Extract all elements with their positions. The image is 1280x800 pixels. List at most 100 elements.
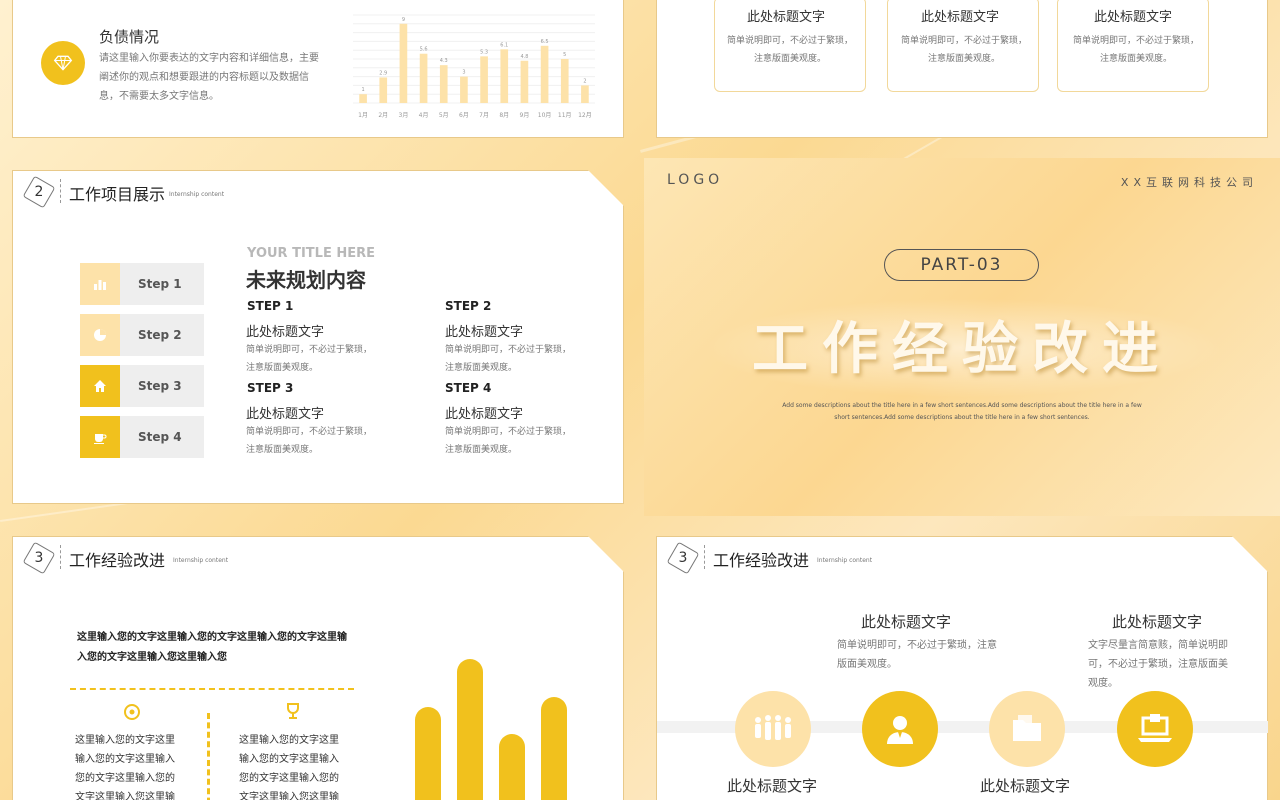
step-2-label: Step 2	[138, 328, 182, 342]
card-1-desc: 简单说明即可，不必过于繁琐，注意版面美观度。	[727, 36, 854, 64]
category-label: 11月	[558, 112, 572, 119]
slide-1[interactable]: 负债情况 请这里输入你要表达的文字内容和详细信息，主要阐述你的观点和想要跟进的内…	[12, 0, 624, 138]
step-1-label: Step 1	[138, 277, 182, 291]
top-item-2-title: 此处标题文字	[1112, 613, 1203, 631]
bar-10	[540, 45, 549, 103]
card-1-title: 此处标题文字	[747, 10, 826, 25]
item-2-title: 此处标题文字	[445, 325, 524, 340]
person-icon	[862, 691, 938, 767]
bar-value-label: 5	[563, 52, 566, 58]
category-label: 10月	[538, 112, 552, 119]
title-divider	[60, 545, 61, 569]
folder-icon	[989, 691, 1065, 767]
bar-6	[460, 76, 468, 103]
slide-2[interactable]: 此处标题文字 简单说明即可，不必过于繁琐，注意版面美观度。 此处标题文字 简单说…	[656, 0, 1268, 138]
bar-value-label: 5.6	[420, 47, 428, 53]
bar-2	[379, 77, 388, 103]
category-label: 7月	[479, 112, 489, 119]
trophy-icon	[283, 701, 303, 725]
bar-value-label: 6.5	[541, 39, 549, 45]
chart-icon	[80, 263, 120, 305]
team-icon	[735, 691, 811, 767]
slide-6[interactable]: 3 工作经验改进 Internship content 此处标题文字 简单说明即…	[656, 536, 1268, 800]
pill-bar-1	[415, 707, 441, 800]
bar-value-label: 9	[402, 17, 405, 23]
card-2-desc: 简单说明即可，不必过于繁琐，注意版面美观度。	[901, 36, 1028, 64]
card-3-desc: 简单说明即可，不必过于繁琐，注意版面美观度。	[1073, 36, 1200, 64]
bar-11	[560, 59, 569, 103]
column-2-text: 这里输入您的文字这里输入您的文字这里输入您的文字这里输入您的文字这里输入您这里输	[239, 735, 339, 800]
part-badge: PART-03	[884, 249, 1039, 281]
top-item-2-desc: 文字尽量言简意赅，简单说明即可，不必过于繁琐，注意版面美观度。	[1088, 640, 1228, 689]
category-label: 1月	[358, 112, 368, 119]
step-3-label: Step 3	[138, 379, 182, 393]
bar-value-label: 3	[462, 70, 465, 76]
bar-7	[480, 56, 488, 103]
bar-value-label: 1	[361, 87, 364, 93]
slide-1-body: 请这里输入你要表达的文字内容和详细信息，主要阐述你的观点和想要跟进的内容标题以及…	[99, 53, 319, 102]
section-title: 工作项目展示	[69, 185, 166, 204]
eyebrow: YOUR TITLE HERE	[247, 246, 376, 261]
slide-5[interactable]: 3 工作经验改进 Internship content 这里输入您的文字这里输入…	[12, 536, 624, 800]
category-label: 4月	[419, 112, 429, 119]
item-3-title: 此处标题文字	[246, 407, 325, 422]
section-title: 工作经验改进	[713, 551, 810, 570]
item-4-title: 此处标题文字	[445, 407, 524, 422]
pill-bar-4	[541, 697, 567, 800]
step-1-button[interactable]: Step 1	[80, 263, 204, 305]
bar-4	[419, 53, 428, 103]
logo: LOGO	[667, 172, 724, 188]
step-4-label: Step 4	[138, 430, 182, 444]
category-label: 8月	[499, 112, 509, 119]
step-2-button[interactable]: Step 2	[80, 314, 204, 356]
bar-5	[439, 65, 448, 103]
diamond-icon	[41, 41, 85, 85]
pill-bar-3	[499, 734, 525, 800]
category-label: 6月	[459, 112, 469, 119]
debt-bar-chart: 11月2.92月93月5.64月4.35月36月5.37月6.18月4.89月6…	[353, 14, 595, 119]
bar-9	[520, 60, 529, 103]
item-3-step: STEP 3	[247, 381, 294, 395]
bar-value-label: 2	[583, 78, 586, 84]
item-4-desc: 简单说明即可，不必过于繁琐，注意版面美观度。	[445, 427, 572, 455]
item-2-step: STEP 2	[445, 299, 492, 313]
step-4-button[interactable]: Step 4	[80, 416, 204, 458]
slide-1-heading: 负债情况	[99, 28, 160, 46]
item-4-step: STEP 4	[445, 381, 492, 395]
item-1-title: 此处标题文字	[246, 325, 325, 340]
bar-8	[500, 49, 509, 103]
category-label: 12月	[578, 112, 592, 119]
bar-value-label: 2.9	[379, 70, 387, 76]
bold-text: 这里输入您的文字这里输入您的文字这里输入您的文字这里输入您的文字这里输入您这里输…	[77, 632, 347, 663]
section-number: 3	[678, 550, 688, 566]
top-item-1-title: 此处标题文字	[861, 613, 952, 631]
bar-value-label: 5.3	[480, 49, 488, 55]
vertical-dashed-divider	[207, 713, 210, 800]
card-3-title: 此处标题文字	[1094, 10, 1173, 25]
bar-1	[359, 94, 367, 103]
slide-4[interactable]: LOGO XX互联网科技公司 PART-03 工作经验改进 Add some d…	[644, 158, 1280, 516]
step-3-button[interactable]: Step 3	[80, 365, 204, 407]
section-subtitle: Internship content	[173, 557, 229, 564]
section-number: 2	[34, 184, 44, 200]
bar-value-label: 4.3	[440, 58, 448, 64]
category-label: 3月	[399, 112, 409, 119]
bottom-title-1: 此处标题文字	[727, 777, 818, 795]
cover-title: 工作经验改进	[752, 317, 1172, 382]
section-number: 3	[34, 550, 44, 566]
card-2-title: 此处标题文字	[921, 10, 1000, 25]
cup-icon	[80, 416, 120, 458]
laptop-icon	[1117, 691, 1193, 767]
top-item-1-desc: 简单说明即可，不必过于繁琐，注意版面美观度。	[837, 640, 997, 670]
bar-value-label: 4.8	[520, 54, 528, 60]
category-label: 2月	[378, 112, 388, 119]
item-1-desc: 简单说明即可，不必过于繁琐，注意版面美观度。	[246, 345, 373, 373]
item-3-desc: 简单说明即可，不必过于繁琐，注意版面美观度。	[246, 427, 373, 455]
gear-icon	[122, 702, 142, 726]
cover-description: Add some descriptions about the title he…	[782, 402, 1142, 421]
dashed-divider	[70, 688, 354, 690]
slide-3[interactable]: 2 工作项目展示 Internship content Step 1 Step …	[12, 170, 624, 504]
category-label: 5月	[439, 112, 449, 119]
home-icon	[80, 365, 120, 407]
title-divider	[60, 179, 61, 203]
